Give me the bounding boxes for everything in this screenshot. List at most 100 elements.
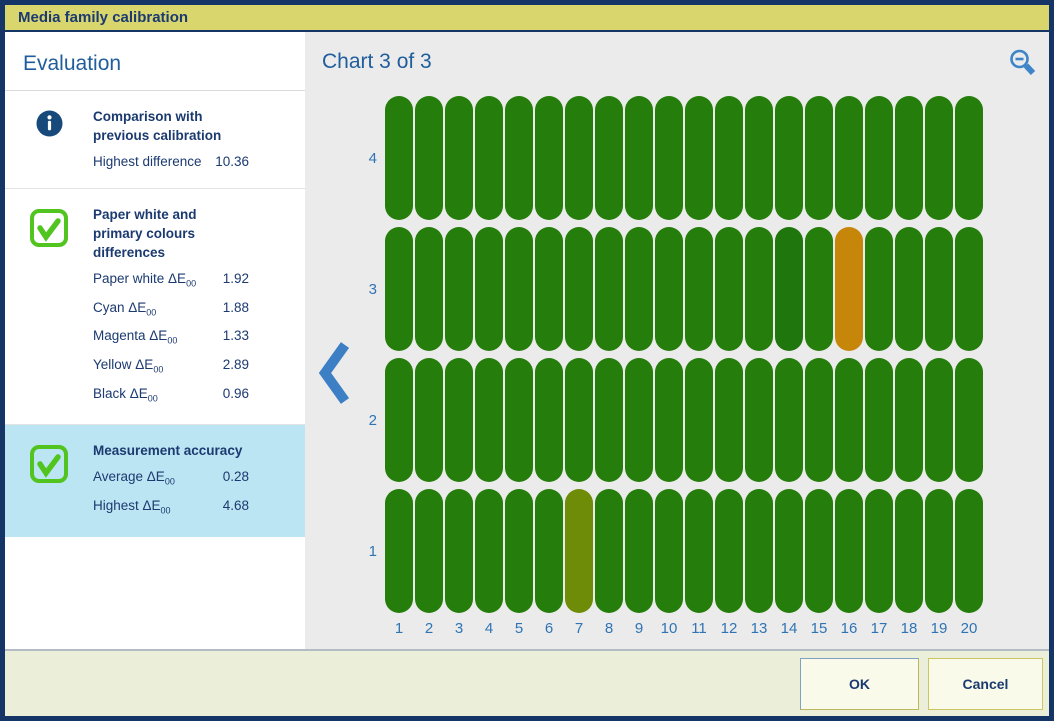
column-label: 17 [865, 620, 893, 637]
chart-cell [865, 358, 893, 482]
metric-row: Magenta ΔE00 1.33 [93, 324, 249, 353]
metric-value: 1.33 [223, 324, 249, 353]
chart-cell [595, 358, 623, 482]
metric-label: Magenta ΔE00 [93, 324, 177, 353]
row-label: 2 [347, 358, 379, 482]
chart-cell [415, 96, 443, 220]
chart-panel: Chart 3 of 3 4321 1234567891011121314151… [305, 32, 1049, 649]
section-heading: Paper white and primary colours differen… [93, 205, 249, 262]
chart-cell [955, 489, 983, 613]
media-family-calibration-window: Media family calibration Evaluation Comp… [0, 0, 1054, 721]
chart-cell [445, 358, 473, 482]
chart-cell [385, 227, 413, 351]
metric-row: Paper white ΔE001.92 [93, 267, 249, 296]
evaluation-panel-title: Evaluation [5, 32, 305, 91]
metric-value: 1.92 [223, 267, 249, 296]
column-label: 7 [565, 620, 593, 637]
chart-cell [625, 489, 653, 613]
chart-cell [505, 227, 533, 351]
column-label: 19 [925, 620, 953, 637]
column-label: 10 [655, 620, 683, 637]
check-icon [29, 444, 69, 522]
column-label: 5 [505, 620, 533, 637]
row-label: 4 [347, 96, 379, 220]
chart-cell [745, 358, 773, 482]
chart-column-labels: 1234567891011121314151617181920 [385, 620, 983, 637]
chart-cell [775, 96, 803, 220]
chart-cell [925, 489, 953, 613]
chart-cell [385, 489, 413, 613]
column-label: 3 [445, 620, 473, 637]
column-label: 13 [745, 620, 773, 637]
column-label: 20 [955, 620, 983, 637]
metric-value: 0.28 [223, 465, 249, 494]
chart-grid [385, 96, 983, 613]
zoom-out-icon[interactable] [1008, 48, 1038, 80]
column-label: 12 [715, 620, 743, 637]
chart-cell [475, 96, 503, 220]
chart-cell [625, 96, 653, 220]
chart-cell [715, 489, 743, 613]
chart-cell [955, 358, 983, 482]
chart-area: 4321 1234567891011121314151617181920 [347, 96, 983, 637]
chart-cell [655, 227, 683, 351]
chart-cell [565, 227, 593, 351]
chart-cell [835, 489, 863, 613]
section-heading: Comparison with previous calibration [93, 107, 249, 145]
row-label: 1 [347, 489, 379, 613]
chart-cell [775, 489, 803, 613]
metric-row: Highest difference 10.36 [93, 150, 249, 174]
column-label: 11 [685, 620, 713, 637]
chart-cell [475, 358, 503, 482]
section-paper-white-primary-colours[interactable]: Paper white and primary colours differen… [5, 189, 305, 425]
chart-cell [775, 227, 803, 351]
metric-label: Cyan ΔE00 [93, 296, 156, 325]
chart-cell [805, 489, 833, 613]
chart-cell [835, 227, 863, 351]
chart-cell [775, 358, 803, 482]
check-icon [29, 208, 69, 410]
chart-cell [685, 227, 713, 351]
chart-cell [595, 96, 623, 220]
cancel-button[interactable]: Cancel [928, 658, 1043, 710]
column-label: 15 [805, 620, 833, 637]
chart-cell [805, 227, 833, 351]
chart-cell [895, 358, 923, 482]
chart-cell [535, 489, 563, 613]
chart-cell [715, 358, 743, 482]
metric-row: Highest ΔE00 4.68 [93, 494, 249, 523]
chart-cell [745, 96, 773, 220]
section-measurement-accuracy[interactable]: Measurement accuracyAverage ΔE000.28High… [5, 425, 305, 536]
chart-cell [505, 96, 533, 220]
ok-button[interactable]: OK [800, 658, 919, 710]
chart-cell [805, 358, 833, 482]
evaluation-sections: Comparison with previous calibration High… [5, 91, 305, 537]
chart-cell [955, 227, 983, 351]
chart-cell [685, 489, 713, 613]
chart-cell [925, 227, 953, 351]
column-label: 8 [595, 620, 623, 637]
chart-cell [445, 96, 473, 220]
chart-cell [865, 489, 893, 613]
window-title: Media family calibration [18, 9, 188, 26]
metric-label: Black ΔE00 [93, 382, 158, 411]
chart-cell [745, 489, 773, 613]
chevron-left-icon[interactable] [317, 340, 351, 406]
chart-row-labels: 4321 [347, 96, 379, 613]
chart-cell [625, 358, 653, 482]
metric-label: Highest difference [93, 150, 202, 174]
section-comparison-previous-calibration[interactable]: Comparison with previous calibration High… [5, 91, 305, 189]
chart-cell [835, 96, 863, 220]
metric-label: Yellow ΔE00 [93, 353, 163, 382]
column-label: 18 [895, 620, 923, 637]
metric-value: 10.36 [215, 150, 249, 174]
chart-cell [955, 96, 983, 220]
column-label: 14 [775, 620, 803, 637]
chart-cell [415, 358, 443, 482]
metric-label: Highest ΔE00 [93, 494, 171, 523]
chart-cell [625, 227, 653, 351]
evaluation-panel: Evaluation Comparison with previous cali… [5, 32, 305, 649]
chart-page-indicator: Chart 3 of 3 [322, 50, 432, 74]
metric-value: 4.68 [223, 494, 249, 523]
chart-cell [655, 489, 683, 613]
